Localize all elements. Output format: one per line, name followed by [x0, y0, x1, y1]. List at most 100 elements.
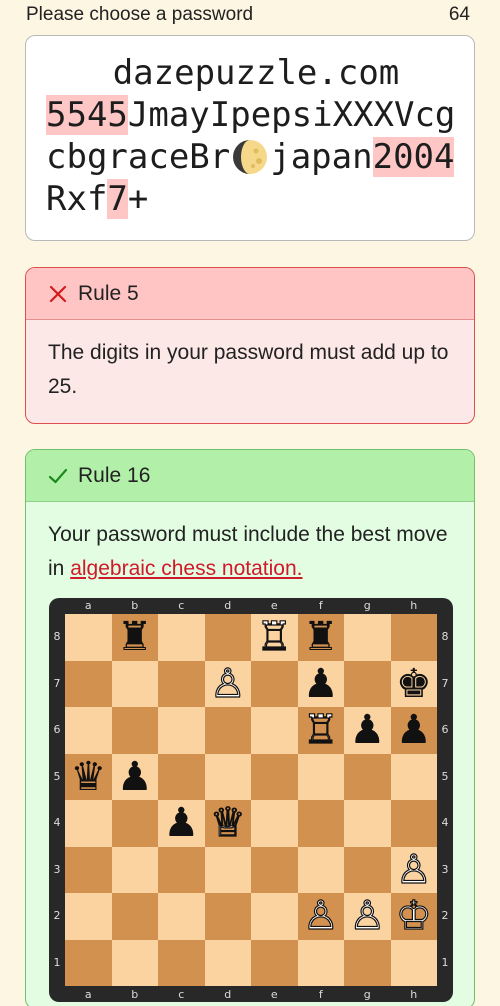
password-input[interactable]: dazepuzzle.com 5545JmayIpepsiXXXVcgcbgrac… [25, 35, 475, 241]
square-h2[interactable]: ♔ [390, 893, 437, 940]
square-h5[interactable] [390, 753, 437, 800]
file-label-bottom: e [270, 988, 278, 1001]
square-h4[interactable] [390, 800, 437, 847]
square-g3[interactable] [344, 846, 391, 893]
square-e6[interactable] [251, 707, 298, 754]
square-a6[interactable] [65, 707, 112, 754]
square-a4[interactable] [65, 800, 112, 847]
white-king-h2[interactable]: ♔ [395, 896, 432, 937]
square-b7[interactable] [111, 660, 158, 707]
square-b5[interactable]: ♟ [111, 753, 158, 800]
square-g7[interactable] [344, 660, 391, 707]
square-h7[interactable]: ♚ [390, 660, 437, 707]
white-pawn-f2[interactable]: ♙ [302, 896, 339, 937]
square-a7[interactable] [65, 660, 112, 707]
square-d8[interactable] [204, 614, 251, 661]
square-c7[interactable] [158, 660, 205, 707]
square-c6[interactable] [158, 707, 205, 754]
password-digits-highlight: 7 [107, 179, 128, 219]
rule-5-card: Rule 5 The digits in your password must … [25, 267, 475, 424]
square-e1[interactable] [251, 939, 298, 986]
file-label-top: f [318, 599, 323, 612]
square-d5[interactable] [204, 753, 251, 800]
header-title: Please choose a password [26, 4, 254, 25]
rule-5-text: The digits in your password must add up … [48, 341, 449, 398]
black-pawn-f7[interactable]: ♟ [303, 664, 339, 704]
square-d6[interactable] [204, 707, 251, 754]
white-rook-f6[interactable]: ♖ [302, 710, 339, 751]
square-e5[interactable] [251, 753, 298, 800]
square-g2[interactable]: ♙ [344, 893, 391, 940]
square-c3[interactable] [158, 846, 205, 893]
white-pawn-d7[interactable]: ♙ [209, 663, 246, 704]
black-pawn-h6[interactable]: ♟ [396, 710, 432, 750]
square-e8[interactable]: ♖ [251, 614, 298, 661]
square-e4[interactable] [251, 800, 298, 847]
square-f5[interactable] [297, 753, 344, 800]
square-a3[interactable] [65, 846, 112, 893]
square-c1[interactable] [158, 939, 205, 986]
white-rook-e8[interactable]: ♖ [256, 617, 293, 658]
square-g6[interactable]: ♟ [344, 707, 391, 754]
black-pawn-g6[interactable]: ♟ [349, 710, 385, 750]
square-g8[interactable] [344, 614, 391, 661]
square-e7[interactable] [251, 660, 298, 707]
black-pawn-c4[interactable]: ♟ [163, 803, 199, 843]
square-c2[interactable] [158, 893, 205, 940]
square-h1[interactable] [390, 939, 437, 986]
password-text[interactable]: dazepuzzle.com 5545JmayIpepsiXXXVcgcbgrac… [46, 52, 466, 220]
square-f6[interactable]: ♖ [297, 707, 344, 754]
square-a1[interactable] [65, 939, 112, 986]
black-pawn-b5[interactable]: ♟ [117, 757, 153, 797]
rank-label-right: 6 [441, 723, 449, 737]
square-e2[interactable] [251, 893, 298, 940]
square-h6[interactable]: ♟ [390, 707, 437, 754]
white-queen-d4[interactable]: ♕ [209, 803, 246, 844]
square-a2[interactable] [65, 893, 112, 940]
square-c8[interactable] [158, 614, 205, 661]
square-d2[interactable] [204, 893, 251, 940]
rank-label-right: 5 [441, 769, 449, 783]
square-b1[interactable] [111, 939, 158, 986]
square-g5[interactable] [344, 753, 391, 800]
square-b8[interactable]: ♜ [111, 614, 158, 661]
square-d7[interactable]: ♙ [204, 660, 251, 707]
square-f2[interactable]: ♙ [297, 893, 344, 940]
rule-5-title: Rule 5 [78, 281, 139, 305]
square-g4[interactable] [344, 800, 391, 847]
square-d3[interactable] [204, 846, 251, 893]
square-h8[interactable] [390, 614, 437, 661]
square-g1[interactable] [344, 939, 391, 986]
square-b6[interactable] [111, 707, 158, 754]
black-rook-f8[interactable]: ♜ [303, 617, 339, 657]
black-king-h7[interactable]: ♚ [396, 664, 432, 704]
square-f8[interactable]: ♜ [297, 614, 344, 661]
chess-board-frame: ♜ ♖ ♜ ♙ ♟ ♚ ♖ ♟ ♟ ♛ ♟ ♟ ♕ ♙ ♙ ♙ ♔ aabbccddeeffgghh887766… [49, 598, 453, 1002]
cross-icon [48, 284, 68, 304]
square-b4[interactable] [111, 800, 158, 847]
rule-16-text: Your password must include the best move… [26, 502, 474, 586]
square-d1[interactable] [204, 939, 251, 986]
square-h3[interactable]: ♙ [390, 846, 437, 893]
square-f4[interactable] [297, 800, 344, 847]
black-rook-b8[interactable]: ♜ [117, 617, 153, 657]
file-label-top: a [84, 599, 92, 612]
chess-notation-link[interactable]: algebraic chess notation. [70, 557, 302, 580]
black-queen-a5[interactable]: ♛ [70, 757, 106, 797]
white-pawn-g2[interactable]: ♙ [349, 896, 386, 937]
square-f7[interactable]: ♟ [297, 660, 344, 707]
square-a5[interactable]: ♛ [65, 753, 112, 800]
square-c4[interactable]: ♟ [158, 800, 205, 847]
square-b2[interactable] [111, 893, 158, 940]
password-segment: japan [270, 137, 373, 177]
chess-board: ♜ ♖ ♜ ♙ ♟ ♚ ♖ ♟ ♟ ♛ ♟ ♟ ♕ ♙ ♙ ♙ ♔ [65, 614, 437, 986]
square-f3[interactable] [297, 846, 344, 893]
square-b3[interactable] [111, 846, 158, 893]
rank-label-right: 1 [441, 955, 449, 969]
square-f1[interactable] [297, 939, 344, 986]
square-a8[interactable] [65, 614, 112, 661]
square-d4[interactable]: ♕ [204, 800, 251, 847]
square-c5[interactable] [158, 753, 205, 800]
square-e3[interactable] [251, 846, 298, 893]
white-pawn-h3[interactable]: ♙ [395, 849, 432, 890]
